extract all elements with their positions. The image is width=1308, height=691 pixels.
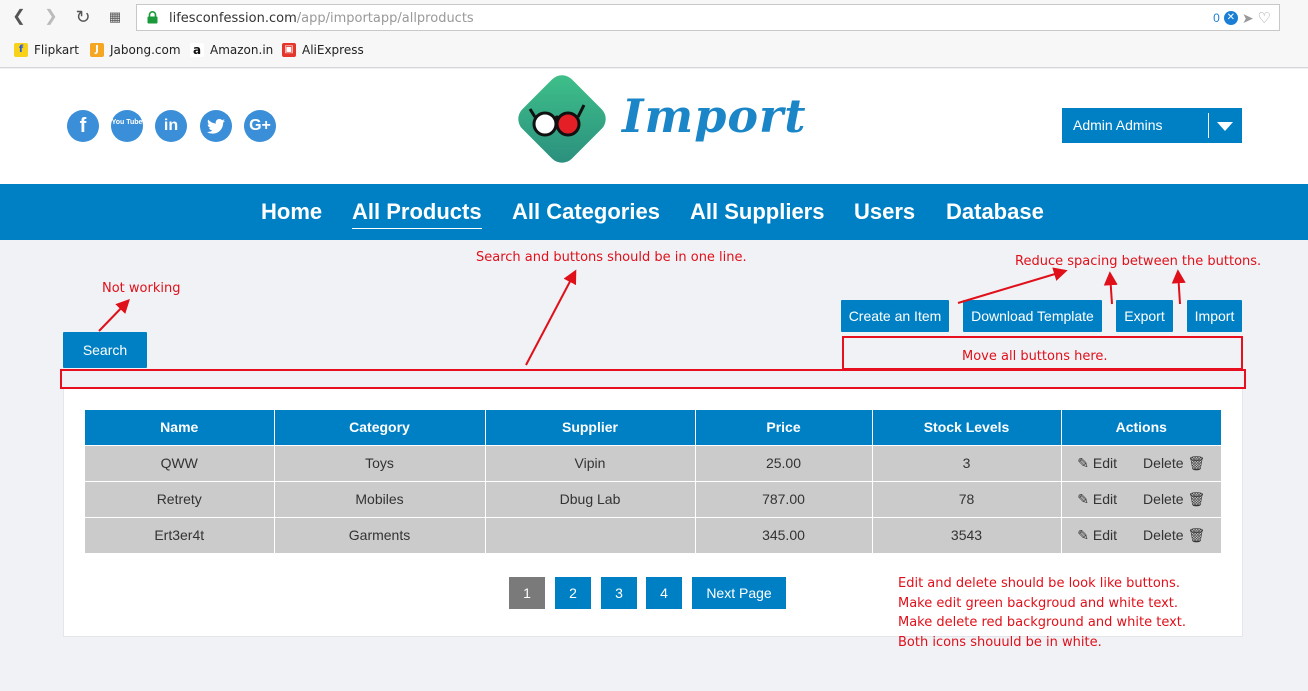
arrow-not-working: [98, 298, 130, 332]
cell-actions: ✎ Edit Delete 🗑: [1061, 444, 1221, 481]
delete-label: Delete: [1143, 527, 1184, 544]
annotation-note: Make delete red background and white tex…: [898, 615, 1187, 630]
delete-button[interactable]: Delete 🗑: [1143, 455, 1205, 472]
cell-price: 25.00: [695, 444, 873, 481]
table-row: Ert3er4t Garments 345.00 3543 ✎ Edit Dele…: [85, 516, 1221, 553]
cell-price: 787.00: [695, 480, 873, 517]
cell-name: Retrety: [85, 480, 275, 517]
delete-label: Delete: [1143, 491, 1184, 507]
products-table: Name Category Supplier Price Stock Level…: [85, 410, 1221, 553]
cell-supplier: Vipin: [485, 444, 696, 481]
column-header: Stock Levels: [872, 410, 1062, 445]
trash-icon: 🗑: [1187, 490, 1206, 507]
delete-button[interactable]: Delete 🗑: [1143, 491, 1205, 508]
cell-name: QWW: [85, 444, 275, 481]
arrow-search-line: [525, 269, 577, 366]
page-button-4[interactable]: 4: [646, 577, 682, 609]
arrow-spacing-3: [1171, 269, 1186, 305]
arrow-spacing-2: [1103, 271, 1118, 305]
cell-supplier: Dbug Lab: [485, 480, 696, 517]
annotation-note: Make edit green backgroud and white text…: [898, 595, 1179, 611]
edit-label: Edit: [1092, 527, 1118, 544]
cell-stock: 3: [872, 444, 1062, 481]
cell-price: 345.00: [695, 516, 873, 553]
cell-name: Ert3er4t: [85, 516, 275, 553]
column-header: Price: [695, 410, 873, 445]
cell-supplier: [485, 516, 696, 553]
table-row: Retrety Mobiles Dbug Lab 787.00 78 ✎ Edit…: [85, 480, 1221, 517]
cell-actions: ✎ Edit Delete 🗑: [1061, 516, 1221, 553]
annotation-notes: Edit and delete should be look like butt…: [898, 574, 1186, 652]
page-button-2[interactable]: 2: [555, 577, 591, 609]
pencil-icon: ✎: [1077, 490, 1089, 507]
trash-icon: 🗑: [1187, 454, 1206, 471]
column-header: Actions: [1061, 410, 1221, 445]
cell-category: Mobiles: [274, 480, 486, 517]
table-row: QWW Toys Vipin 25.00 3 ✎ Edit Delete 🗑: [85, 444, 1221, 481]
annotation-note: Both icons shouuld be in white.: [898, 634, 1102, 650]
edit-button[interactable]: ✎ Edit: [1077, 491, 1117, 508]
delete-button[interactable]: Delete 🗑: [1143, 527, 1205, 544]
edit-button[interactable]: ✎ Edit: [1077, 527, 1117, 544]
cell-stock: 3543: [872, 516, 1062, 553]
arrow-spacing-1: [957, 267, 1068, 304]
cell-stock: 78: [872, 480, 1062, 517]
cell-category: Toys: [274, 444, 486, 481]
trash-icon: 🗑: [1187, 526, 1206, 543]
cell-actions: ✎ Edit Delete 🗑: [1061, 480, 1221, 517]
edit-button[interactable]: ✎ Edit: [1077, 455, 1117, 472]
pencil-icon: ✎: [1077, 526, 1089, 543]
column-header: Supplier: [485, 410, 696, 445]
cell-category: Garments: [274, 516, 486, 553]
edit-label: Edit: [1092, 491, 1118, 507]
delete-label: Delete: [1143, 455, 1184, 471]
column-header: Category: [274, 410, 486, 445]
table-header-row: Name Category Supplier Price Stock Level…: [85, 410, 1221, 445]
page-button-3[interactable]: 3: [601, 577, 637, 609]
next-page-button[interactable]: Next Page: [692, 577, 786, 609]
page-button-1[interactable]: 1: [509, 577, 545, 609]
edit-label: Edit: [1092, 455, 1118, 471]
column-header: Name: [85, 410, 275, 445]
annotation-note: Edit and delete should be look like butt…: [898, 576, 1180, 591]
pencil-icon: ✎: [1077, 454, 1089, 471]
